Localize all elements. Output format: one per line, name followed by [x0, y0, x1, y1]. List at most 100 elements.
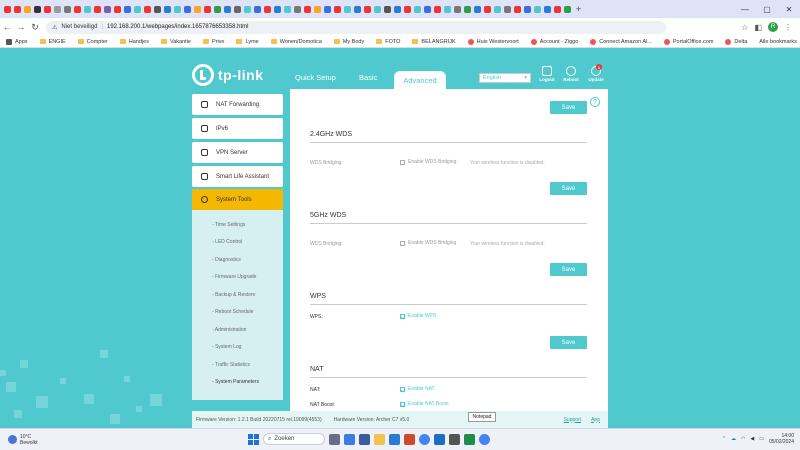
save-button[interactable]: Save	[550, 263, 587, 276]
tab-favicon-icon[interactable]	[74, 5, 81, 13]
tab-favicon-icon[interactable]	[334, 5, 341, 13]
bookmark-item[interactable]: ENGIE	[39, 39, 66, 45]
file-explorer-icon[interactable]	[374, 433, 385, 445]
reload-icon[interactable]: ↻	[28, 22, 42, 33]
sidebar-item-system-tools[interactable]: System Tools	[192, 189, 283, 210]
tab-favicon-icon[interactable]	[464, 5, 471, 13]
tab-favicon-icon[interactable]	[504, 5, 511, 13]
tab-favicon-icon[interactable]	[434, 5, 441, 13]
weather-widget[interactable]: 10°C Bewolkt	[0, 434, 38, 446]
logout-button[interactable]: Logout	[536, 66, 558, 82]
tab-favicon-icon[interactable]	[394, 5, 401, 13]
tab-favicon-icon[interactable]	[404, 5, 411, 13]
all-bookmarks-link[interactable]: Alle bookmarks	[759, 39, 797, 45]
tab-favicon-icon[interactable]	[64, 5, 71, 13]
support-link[interactable]: Support	[564, 417, 582, 423]
tab-favicon-icon[interactable]	[294, 5, 301, 13]
tab-favicon-icon[interactable]	[164, 5, 171, 13]
battery-icon[interactable]: ▭	[759, 436, 764, 442]
avatar[interactable]: R	[768, 22, 778, 32]
clock[interactable]: 14:00 05/02/2024	[769, 433, 794, 445]
save-button[interactable]: Save	[550, 182, 587, 195]
chevron-up-icon[interactable]: ⌃	[722, 436, 726, 442]
bookmark-item[interactable]: My Body	[333, 39, 364, 45]
tab-favicon-icon[interactable]	[494, 5, 501, 13]
volume-icon[interactable]: ◀	[750, 436, 754, 442]
tab-favicon-icon[interactable]	[534, 5, 541, 13]
tab-favicon-icon[interactable]	[14, 5, 21, 13]
tab-favicon-icon[interactable]	[554, 5, 561, 13]
wds24-checkbox[interactable]: Enable WDS Bridging	[400, 159, 456, 165]
minimize-icon[interactable]: —	[734, 0, 756, 18]
tab-favicon-icon[interactable]	[44, 5, 51, 13]
tab-favicon-icon[interactable]	[364, 5, 371, 13]
outlook-icon[interactable]	[434, 433, 445, 445]
submenu-firmware-upgrade[interactable]: - Firmware Upgrade	[212, 274, 256, 280]
language-select[interactable]: English ▾	[479, 73, 531, 83]
tab-favicon-icon[interactable]	[204, 5, 211, 13]
bookmark-item[interactable]: Connect Amazon Al...	[590, 38, 652, 45]
tab-favicon-icon[interactable]	[24, 5, 31, 13]
menu-icon[interactable]: ⋮	[784, 23, 792, 32]
tab-favicon-icon[interactable]	[184, 5, 191, 13]
tab-favicon-icon[interactable]	[484, 5, 491, 13]
sidebar-item-ipv6[interactable]: IPv6	[192, 118, 283, 139]
tab-favicon-icon[interactable]	[124, 5, 131, 13]
bookmark-item[interactable]: BELANGRIJK	[412, 39, 456, 45]
bookmark-item[interactable]: Vakantie	[160, 39, 191, 45]
tab-favicon-icon[interactable]	[254, 5, 261, 13]
tab-basic[interactable]: Basic	[359, 73, 377, 82]
wifi-icon[interactable]: ◠	[741, 436, 745, 442]
tab-favicon-icon[interactable]	[544, 5, 551, 13]
bookmark-item[interactable]: Compter	[77, 39, 108, 45]
tab-quick-setup[interactable]: Quick Setup	[295, 73, 336, 82]
tab-favicon-icon[interactable]	[314, 5, 321, 13]
tab-favicon-icon[interactable]	[384, 5, 391, 13]
tab-favicon-icon[interactable]	[214, 5, 221, 13]
tab-favicon-icon[interactable]	[194, 5, 201, 13]
tab-favicon-icon[interactable]	[114, 5, 121, 13]
submenu-reboot-schedule[interactable]: - Reboot Schedule	[212, 309, 253, 315]
tab-favicon-icon[interactable]	[444, 5, 451, 13]
excel-icon[interactable]	[464, 433, 475, 445]
wps-checkbox[interactable]: Enable WPS	[400, 313, 436, 319]
tab-favicon-icon[interactable]	[244, 5, 251, 13]
submenu-diagnostics[interactable]: - Diagnostics	[212, 257, 241, 263]
tab-favicon-icon[interactable]	[264, 5, 271, 13]
nat-checkbox[interactable]: Enable NAT	[400, 386, 435, 392]
submenu-system-log[interactable]: - System Log	[212, 344, 241, 350]
task-view-icon[interactable]	[329, 433, 340, 445]
submenu-traffic-statistics[interactable]: - Traffic Statistics	[212, 362, 250, 368]
tab-favicon-icon[interactable]	[424, 5, 431, 13]
save-button[interactable]: Save	[550, 336, 587, 349]
tab-favicon-icon[interactable]	[94, 5, 101, 13]
tab-advanced[interactable]: Advanced	[394, 71, 446, 89]
tab-favicon-icon[interactable]	[34, 5, 41, 13]
teams-icon[interactable]	[344, 433, 355, 445]
word-icon[interactable]	[389, 433, 400, 445]
tab-favicon-icon[interactable]	[324, 5, 331, 13]
tab-favicon-icon[interactable]	[374, 5, 381, 13]
tab-favicon-icon[interactable]	[174, 5, 181, 13]
tab-favicon-icon[interactable]	[4, 5, 11, 13]
help-icon[interactable]: ?	[590, 97, 600, 107]
bookmark-item[interactable]: Huis Westervoort	[467, 38, 519, 45]
tab-favicon-icon[interactable]	[154, 5, 161, 13]
submenu-led-control[interactable]: - LED Control	[212, 239, 242, 245]
bookmark-item[interactable]: FOTO	[376, 39, 400, 45]
bookmark-item[interactable]: Wonen/Domotica	[270, 39, 322, 45]
maximize-icon[interactable]: ▢	[756, 0, 778, 18]
forward-icon[interactable]: →	[14, 22, 28, 32]
reboot-button[interactable]: Reboot	[560, 66, 582, 82]
app-icon[interactable]	[359, 433, 370, 445]
bookmark-item[interactable]: Handjes	[119, 39, 149, 45]
tab-favicon-icon[interactable]	[514, 5, 521, 13]
app-icon[interactable]	[449, 433, 460, 445]
update-button[interactable]: 1 Update	[585, 64, 607, 82]
nat-boost-checkbox[interactable]: Enable NAT Boost	[400, 401, 449, 407]
tab-favicon-icon[interactable]	[224, 5, 231, 13]
tab-favicon-icon[interactable]	[344, 5, 351, 13]
tab-favicon-icon[interactable]	[134, 5, 141, 13]
star-icon[interactable]: ☆	[741, 23, 748, 32]
onedrive-icon[interactable]: ☁	[731, 436, 736, 442]
